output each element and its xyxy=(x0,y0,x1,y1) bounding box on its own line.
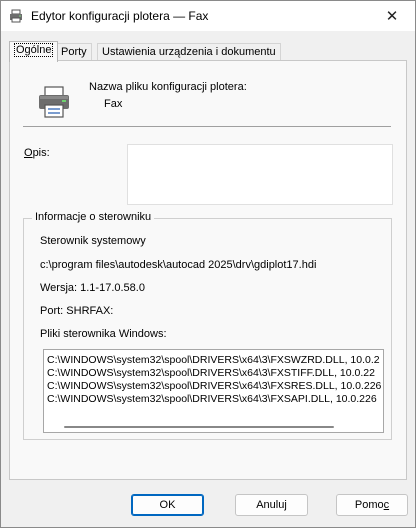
help-button[interactable]: Pomo c xyxy=(336,494,408,516)
plotter-config-dialog: Edytor konfiguracji plotera — Fax ✕ Ogól… xyxy=(0,0,416,528)
driver-path: c:\program files\autodesk\autocad 2025\d… xyxy=(40,259,317,271)
description-label: Opis: xyxy=(24,147,50,159)
printer-icon xyxy=(36,84,72,120)
window-title: Edytor konfiguracji plotera — Fax xyxy=(31,9,209,23)
separator xyxy=(23,126,391,127)
tab-general[interactable]: Ogólne xyxy=(9,41,59,62)
cancel-button[interactable]: Anuluj xyxy=(235,494,308,516)
list-item: C:\WINDOWS\system32\spool\DRIVERS\x64\3\… xyxy=(47,380,382,392)
config-name-value: Fax xyxy=(104,98,123,110)
close-icon[interactable]: ✕ xyxy=(369,1,415,31)
plotter-editor-icon xyxy=(9,9,23,23)
tab-ports-label: Porty xyxy=(61,46,87,58)
description-field[interactable] xyxy=(127,144,393,205)
driver-info-legend: Informacje o sterowniku xyxy=(32,211,155,223)
horizontal-scrollbar[interactable] xyxy=(64,426,334,428)
driver-type: Sterownik systemowy xyxy=(40,235,146,247)
driver-info-group: Informacje o sterowniku Sterownik system… xyxy=(23,211,392,440)
tab-ports[interactable]: Porty xyxy=(56,43,92,61)
driver-port: Port: SHRFAX: xyxy=(40,305,114,317)
driver-files-label: Pliki sterownika Windows: xyxy=(40,328,167,340)
list-item: C:\WINDOWS\system32\spool\DRIVERS\x64\3\… xyxy=(47,393,377,405)
ok-button[interactable]: OK xyxy=(131,494,204,516)
title-bar[interactable]: Edytor konfiguracji plotera — Fax ✕ xyxy=(1,1,415,31)
tab-device-settings[interactable]: Ustawienia urządzenia i dokumentu xyxy=(97,43,281,61)
driver-version: Wersja: 1.1-17.0.58.0 xyxy=(40,282,145,294)
tab-device-settings-label: Ustawienia urządzenia i dokumentu xyxy=(102,46,276,58)
list-item: C:\WINDOWS\system32\spool\DRIVERS\x64\3\… xyxy=(47,367,375,379)
list-item: C:\WINDOWS\system32\spool\DRIVERS\x64\3\… xyxy=(47,354,380,366)
driver-files-list[interactable]: C:\WINDOWS\system32\spool\DRIVERS\x64\3\… xyxy=(43,349,384,433)
config-name-label: Nazwa pliku konfiguracji plotera: xyxy=(89,81,247,93)
tab-panel-general: Nazwa pliku konfiguracji plotera: Fax Op… xyxy=(9,60,407,480)
tab-general-label: Ogólne xyxy=(14,43,54,57)
